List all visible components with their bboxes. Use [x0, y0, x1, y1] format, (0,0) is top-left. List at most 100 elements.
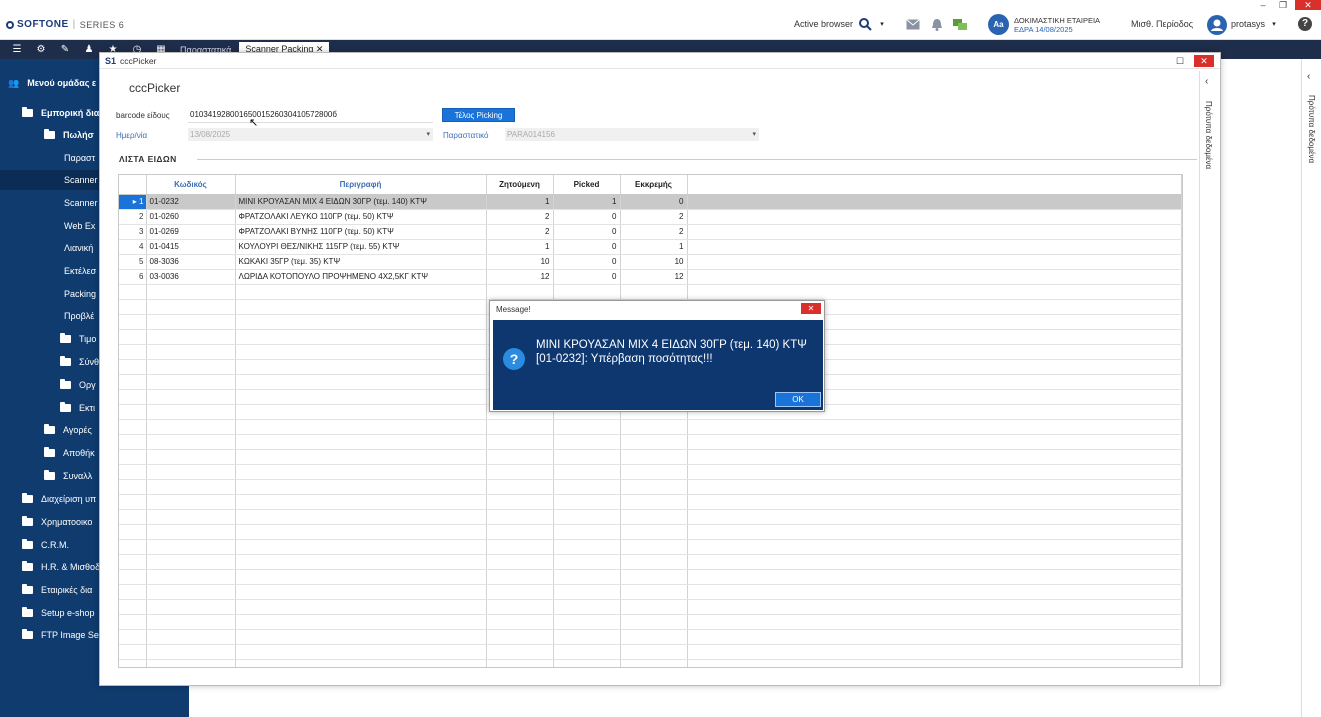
row-number-header [119, 175, 147, 195]
message-close-icon[interactable]: ✕ [801, 303, 821, 314]
barcode-input[interactable]: 01034192800165001526030410572800б [188, 109, 433, 121]
sidebar-item-label: FTP Image Se [41, 630, 99, 640]
users-icon[interactable]: ♟ [82, 44, 96, 55]
cell-code[interactable]: 01-0269 [146, 224, 236, 240]
end-picking-button[interactable]: Τέλος Picking [442, 108, 515, 122]
folder-icon [44, 424, 55, 434]
close-icon[interactable]: ✕ [1295, 0, 1321, 10]
date-field[interactable]: 13/08/2025 ▾ [188, 128, 433, 141]
sidebar-item-label: Χρηματοοικο [41, 517, 93, 527]
folder-icon [22, 516, 33, 526]
cell-requested[interactable]: 2 [486, 209, 554, 225]
restore-icon[interactable]: ❐ [1274, 0, 1292, 10]
message-title: Message! [496, 305, 531, 314]
inner-collapse-icon[interactable]: ‹ [1205, 76, 1208, 87]
cell-desc[interactable]: ΦΡΑΤΖΟΛΑΚΙ ΒΥΝΗΣ 110ΓΡ (τεμ. 50) ΚΤΨ [235, 224, 487, 240]
cell-requested[interactable]: 12 [486, 269, 554, 285]
column-header-pending[interactable]: Εκκρεμής [620, 175, 688, 195]
table-row[interactable]: 4 01-0415 ΚΟΥΛΟΥΡΙ ΘΕΣ/ΝΙΚΗΣ 115ΓΡ (τεμ. 5… [119, 239, 1182, 255]
section-title: ΛΙΣΤΑ ΕΙΔΩΝ [119, 154, 177, 164]
wrench-icon[interactable]: ✎ [58, 44, 72, 55]
empty-row [119, 554, 1182, 570]
cell-code[interactable]: 08-3036 [146, 254, 236, 270]
collapse-left-icon[interactable]: ‹ [1307, 71, 1310, 82]
cell-desc[interactable]: ΚΩΚΑΚΙ 35ΓΡ (τεμ. 35) ΚΤΨ [235, 254, 487, 270]
cell-picked[interactable]: 0 [553, 269, 621, 285]
cell-picked[interactable]: 0 [553, 209, 621, 225]
table-row[interactable]: 6 03-0036 ΛΩΡΙΔΑ ΚΟΤΟΠΟΥΛΟ ΠΡΟΨΗΜΕΝΟ 4Χ2,5… [119, 269, 1182, 285]
cell-pending[interactable]: 0 [620, 194, 688, 210]
table-row[interactable]: 3 01-0269 ΦΡΑΤΖΟΛΑΚΙ ΒΥΝΗΣ 110ΓΡ (τεμ. 50)… [119, 224, 1182, 240]
table-row[interactable]: 5 08-3036 ΚΩΚΑΚΙ 35ΓΡ (τεμ. 35) ΚΤΨ 10 0 10 [119, 254, 1182, 270]
right-collapse-panel[interactable]: ‹ Πρότυπα δεδομένα [1301, 59, 1321, 717]
cell-desc[interactable]: ΚΟΥΛΟΥΡΙ ΘΕΣ/ΝΙΚΗΣ 115ΓΡ (τεμ. 55) ΚΤΨ [235, 239, 487, 255]
cell-pending[interactable]: 1 [620, 239, 688, 255]
mail-icon[interactable] [906, 17, 920, 31]
sidebar-item-label: Εταιρικές δια [41, 585, 93, 595]
list-icon[interactable]: ☰ [10, 44, 24, 55]
folder-icon [22, 584, 33, 594]
cell-requested[interactable]: 10 [486, 254, 554, 270]
period-label[interactable]: Μισθ. Περίοδος [1131, 19, 1193, 29]
cell-requested[interactable]: 1 [486, 194, 554, 210]
cell-code[interactable]: 01-0232 [146, 194, 236, 210]
cell-requested[interactable]: 2 [486, 224, 554, 240]
sidebar-item-label: Scanner [64, 198, 98, 208]
sidebar-item-label: Packing [64, 289, 97, 299]
company-selector[interactable]: Aa ΔΟΚΙΜΑΣΤΙΚΗ ΕΤΑΙΡΕΙΑ ΕΔΡΑ 14/08/2025 [988, 14, 1100, 35]
column-header-description[interactable]: Περιγραφή [235, 175, 487, 195]
date-dropdown-icon[interactable]: ▾ [426, 128, 430, 141]
minimize-icon[interactable]: – [1254, 0, 1272, 10]
cell-pending[interactable]: 2 [620, 224, 688, 240]
user-name[interactable]: protasys [1231, 19, 1265, 29]
folder-icon [22, 607, 33, 617]
document-field[interactable]: PARA014156 ▾ [505, 128, 759, 141]
empty-row [119, 434, 1182, 450]
maximize-icon[interactable]: ☐ [1174, 55, 1186, 67]
folder-icon [44, 129, 55, 139]
sidebar-item-label: Εκτι [79, 403, 96, 413]
items-table: Κωδικός Περιγραφή Ζητούμενη Picked Εκκρε… [119, 175, 1182, 667]
document-dropdown-icon[interactable]: ▾ [752, 128, 756, 141]
folder-icon [44, 470, 55, 480]
cell-code[interactable]: 03-0036 [146, 269, 236, 285]
cell-code[interactable]: 01-0260 [146, 209, 236, 225]
cell-desc[interactable]: ΛΩΡΙΔΑ ΚΟΤΟΠΟΥΛΟ ΠΡΟΨΗΜΕΝΟ 4Χ2,5ΚΓ ΚΤΨ [235, 269, 487, 285]
cell-picked[interactable]: 0 [553, 224, 621, 240]
softone-logo-icon [6, 20, 14, 29]
table-row[interactable]: ▸ 1 01-0232 ΜΙΝΙ ΚΡΟΥΑΣΑΝ ΜΙΧ 4 ΕΙΔΩΝ 30ΓΡ… [119, 194, 1182, 210]
cell-pending[interactable]: 10 [620, 254, 688, 270]
chat-icon[interactable] [953, 17, 967, 31]
company-date: ΕΔΡΑ 14/08/2025 [1014, 24, 1073, 34]
cell-requested[interactable]: 1 [486, 239, 554, 255]
sidebar-item-label: Σύνθ [79, 357, 99, 367]
cell-pending[interactable]: 2 [620, 209, 688, 225]
sidebar-item-label: Πωλήσ [63, 130, 94, 140]
gear-icon[interactable]: ⚙ [34, 44, 48, 55]
cell-pending[interactable]: 12 [620, 269, 688, 285]
cell-desc[interactable]: ΜΙΝΙ ΚΡΟΥΑΣΑΝ ΜΙΧ 4 ΕΙΔΩΝ 30ΓΡ (τεμ. 140… [235, 194, 487, 210]
table-row[interactable]: 2 01-0260 ΦΡΑΤΖΟΛΑΚΙ ΛΕΥΚΟ 110ΓΡ (τεμ. 50)… [119, 209, 1182, 225]
inner-right-panel[interactable]: ‹ Πρότυπα δεδομένα [1199, 71, 1219, 685]
users-group-icon: 👥 [8, 77, 20, 88]
bell-icon[interactable] [930, 17, 944, 31]
search-icon[interactable] [858, 17, 872, 31]
row-number: ▸ 1 [119, 194, 147, 210]
user-avatar-icon[interactable] [1207, 15, 1227, 35]
ok-button[interactable]: OK [775, 392, 821, 407]
empty-row [119, 449, 1182, 465]
chevron-down-icon[interactable]: ▾ [875, 17, 889, 31]
cell-code[interactable]: 01-0415 [146, 239, 236, 255]
cell-picked[interactable]: 0 [553, 239, 621, 255]
picker-window-title: cccPicker [120, 55, 157, 66]
cell-desc[interactable]: ΦΡΑΤΖΟΛΑΚΙ ΛΕΥΚΟ 110ΓΡ (τεμ. 50) ΚΤΨ [235, 209, 487, 225]
picker-close-icon[interactable]: ✕ [1194, 55, 1214, 67]
cell-picked[interactable]: 0 [553, 254, 621, 270]
cell-picked[interactable]: 1 [553, 194, 621, 210]
column-header-requested[interactable]: Ζητούμενη [486, 175, 554, 195]
column-header-code[interactable]: Κωδικός [146, 175, 236, 195]
help-icon[interactable]: ? [1298, 17, 1312, 31]
column-header-picked[interactable]: Picked [553, 175, 621, 195]
folder-icon [22, 629, 33, 639]
user-chevron-down-icon[interactable]: ▾ [1267, 17, 1281, 31]
